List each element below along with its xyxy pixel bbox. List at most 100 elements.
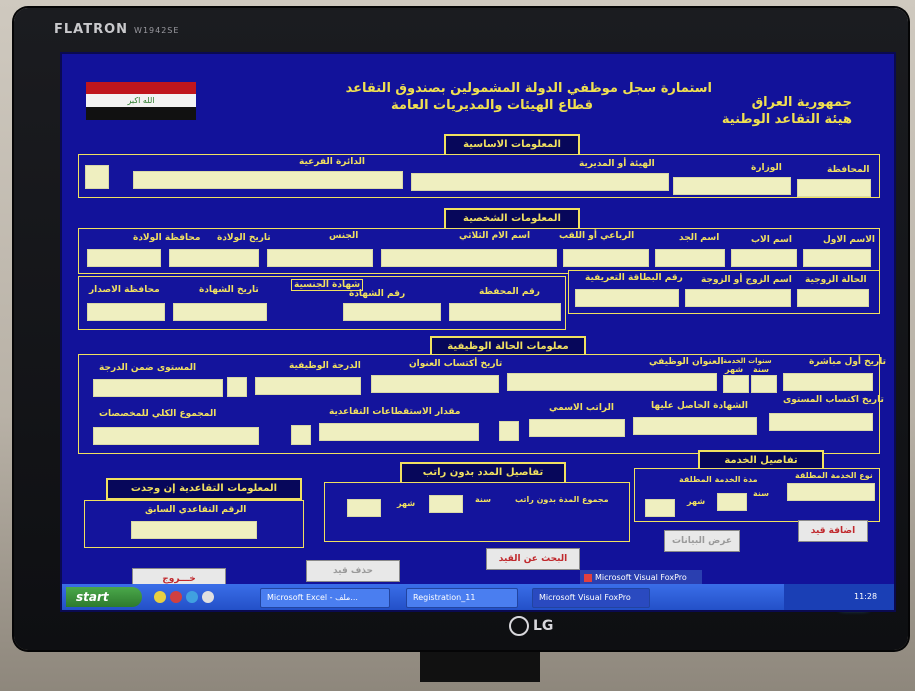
iraq-flag-icon: الله اكبر — [86, 82, 196, 120]
label-unpaid-total: مجموع المدة بدون راتب — [515, 495, 609, 504]
grade-level-field[interactable] — [93, 379, 223, 397]
branch-dept-field[interactable] — [133, 171, 403, 189]
label-prev-retirement-no: الرقم التقاعدي السابق — [145, 505, 247, 515]
fourth-name-field[interactable] — [563, 249, 649, 267]
task-visual-foxpro[interactable]: Microsoft Visual FoxPro — [532, 588, 650, 608]
service-period-year-field[interactable] — [717, 493, 747, 511]
label-total-allowances: المجموع الكلي للمخصصات — [99, 409, 217, 419]
system-tray: 11:28 — [784, 584, 894, 610]
task-excel[interactable]: Microsoft Excel - ملف... — [260, 588, 390, 608]
id-card-field[interactable] — [575, 289, 679, 307]
birth-date-field[interactable] — [169, 249, 259, 267]
retired-panel: الرقم التقاعدي السابق — [84, 500, 304, 548]
job-info-panel: المستوى ضمن الدرجة الدرجة الوظيفية تاريخ… — [78, 354, 886, 454]
label-branch-dept: الدائرة الفرعية — [299, 157, 365, 167]
label-service-year: سنة — [753, 489, 769, 498]
service-month-field[interactable] — [723, 375, 749, 393]
cert-date-field[interactable] — [173, 303, 267, 321]
certificate-no-field[interactable] — [343, 303, 441, 321]
section-basic-title: المعلومات الاساسية — [444, 134, 580, 156]
issue-gov-field[interactable] — [87, 303, 165, 321]
first-start-date-field[interactable] — [783, 373, 873, 391]
grandfather-name-field[interactable] — [655, 249, 725, 267]
start-button[interactable]: start — [66, 587, 142, 607]
monitor-stand — [420, 652, 540, 682]
label-service-month: شهر — [687, 497, 706, 506]
delete-button[interactable]: حذف قيد — [306, 560, 400, 582]
tray-clock: 11:28 — [854, 592, 878, 601]
nominal-salary-field[interactable] — [529, 419, 625, 437]
label-title-date: تاريخ أكتساب العنوان — [409, 359, 503, 369]
father-name-field[interactable] — [731, 249, 797, 267]
basic-checkbox[interactable] — [85, 165, 109, 189]
label-father-name: اسم الاب — [751, 235, 792, 245]
search-button[interactable]: البحث عن القيد — [486, 548, 580, 570]
retirement-deductions-field[interactable] — [319, 423, 479, 441]
label-first-start-date: تاريخ أول مباشرة — [809, 357, 886, 367]
section-unpaid-title: تفاصيل المدد بدون راتب — [400, 462, 566, 484]
service-period-month-field[interactable] — [645, 499, 675, 517]
ministry-field[interactable] — [673, 177, 791, 195]
certificate-field[interactable] — [633, 417, 757, 435]
label-grandfather-name: اسم الجد — [679, 233, 720, 243]
job-title-field[interactable] — [507, 373, 717, 391]
form-title: استمارة سجل موظفي الدولة المشمولين بصندو… — [345, 81, 712, 113]
level-date-field[interactable] — [769, 413, 873, 431]
quicklaunch-icon-3[interactable] — [186, 591, 198, 603]
label-spouse-name: اسم الزوج أو الزوجة — [701, 275, 792, 285]
unpaid-year-field[interactable] — [429, 495, 463, 513]
allowances-checkbox[interactable] — [291, 425, 311, 445]
quicklaunch-icon-4[interactable] — [202, 591, 214, 603]
personal-row2-right-panel: رقم البطاقة التعريفية اسم الزوج أو الزوج… — [568, 270, 880, 314]
file-no-field[interactable] — [449, 303, 561, 321]
add-button[interactable]: اضافة قيد — [798, 520, 868, 542]
label-nominal-salary: الراتب الاسمي — [549, 403, 614, 413]
label-service-type: نوع الخدمة المطلقة — [795, 471, 873, 480]
label-certificate-no: رقم الشهادة — [349, 289, 406, 299]
show-data-button[interactable]: عرض البيانات — [664, 530, 740, 552]
task-registration[interactable]: Registration_11 — [406, 588, 518, 608]
label-ministry: الوزارة — [751, 163, 782, 173]
spouse-name-field[interactable] — [685, 289, 791, 307]
label-retirement-deductions: مقدار الاستقطاعات التقاعدية — [329, 407, 461, 417]
personal-row2-left-panel: محافظة الاصدار تاريخ الشهادة شهادة الجنس… — [78, 276, 566, 330]
gender-field[interactable] — [267, 249, 373, 267]
label-issue-gov: محافظة الاصدار — [89, 285, 160, 295]
unpaid-month-field[interactable] — [347, 499, 381, 517]
label-month: شهر — [725, 365, 744, 374]
label-file-no: رقم المحفظة — [479, 287, 540, 297]
label-first-name: الاسم الاول — [823, 235, 876, 245]
service-year-field[interactable] — [751, 375, 777, 393]
title-date-field[interactable] — [371, 375, 499, 393]
quicklaunch-icon-1[interactable] — [154, 591, 166, 603]
prev-retirement-no-field[interactable] — [131, 521, 257, 539]
authority-field[interactable] — [411, 173, 669, 191]
mother-name-field[interactable] — [381, 249, 557, 267]
label-authority: الهيئة أو المديرية — [579, 159, 655, 169]
service-type-field[interactable] — [787, 483, 875, 501]
label-year: سنة — [753, 365, 769, 374]
job-grade-field[interactable] — [255, 377, 361, 395]
label-grade-level: المستوى ضمن الدرجة — [99, 363, 197, 373]
monitor-brand: FLATRON W1942SE — [54, 22, 180, 37]
label-fourth-name: الرباعي أو اللقب — [559, 231, 635, 241]
deductions-checkbox[interactable] — [499, 421, 519, 441]
first-name-field[interactable] — [803, 249, 871, 267]
unpaid-panel: مجموع المدة بدون راتب سنة شهر — [324, 482, 630, 542]
governorate-field[interactable] — [797, 179, 871, 197]
app-window: الله اكبر استمارة سجل موظفي الدولة المشم… — [60, 52, 896, 612]
windows-taskbar: start Microsoft Excel - ملف... Registrat… — [62, 584, 894, 610]
birth-gov-field[interactable] — [87, 249, 161, 267]
basic-info-panel: الدائرة الفرعية الهيئة أو المديرية الوزا… — [78, 154, 880, 198]
org-title: جمهورية العراق هيئة التقاعد الوطنية — [721, 95, 852, 127]
label-id-card: رقم البطاقة التعريفية — [585, 273, 683, 283]
grade-level-checkbox[interactable] — [227, 377, 247, 397]
quicklaunch-icon-2[interactable] — [170, 591, 182, 603]
total-allowances-field[interactable] — [93, 427, 259, 445]
label-certificate: الشهادة الحاصل عليها — [651, 401, 749, 411]
label-job-grade: الدرجة الوظيفية — [289, 361, 361, 371]
label-birth-gov: محافظة الولادة — [133, 233, 201, 243]
marital-status-field[interactable] — [797, 289, 869, 307]
label-governorate: المحافظة — [827, 165, 870, 175]
label-level-date: تاريخ اكتساب المستوى — [783, 395, 884, 405]
